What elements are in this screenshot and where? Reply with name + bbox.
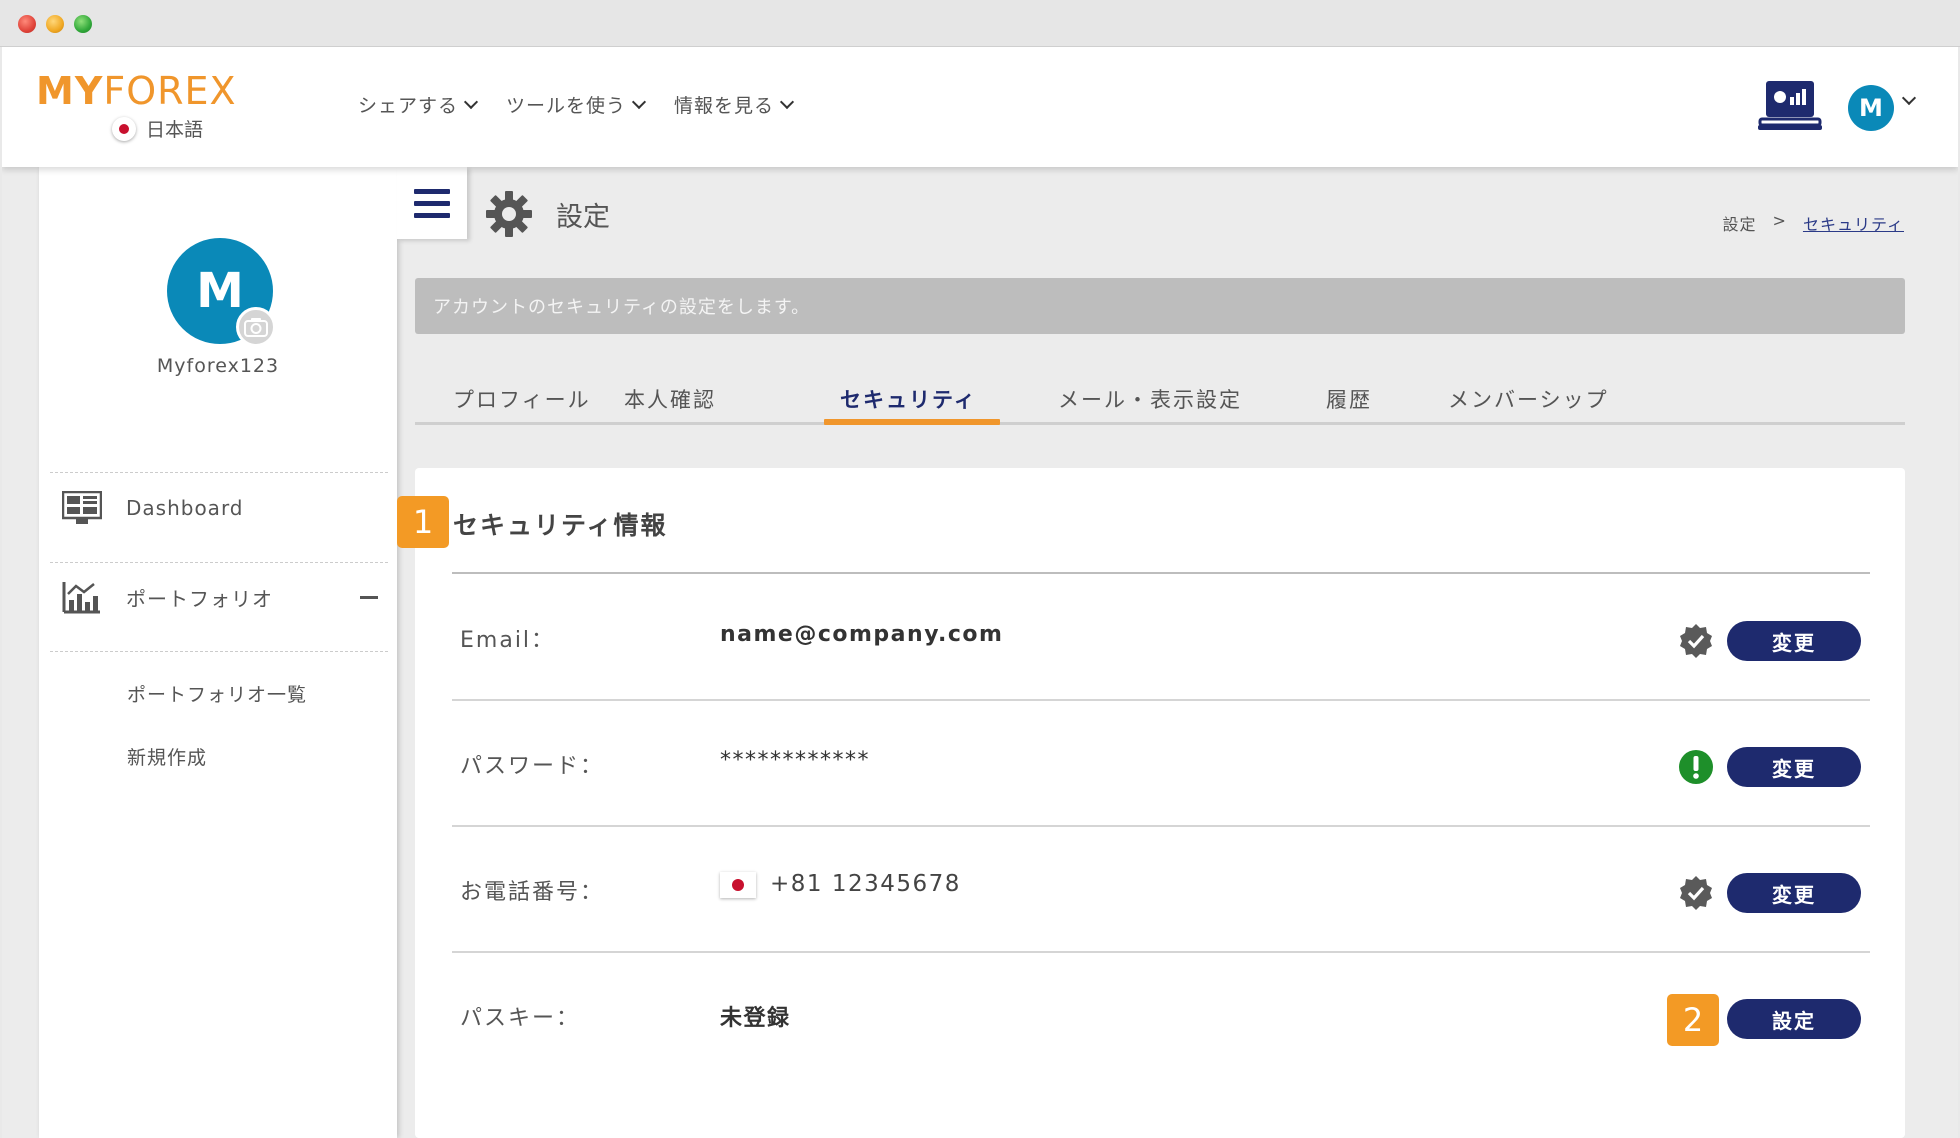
warning-icon bbox=[1679, 750, 1713, 784]
divider bbox=[50, 651, 388, 652]
chevron-down-icon bbox=[631, 94, 647, 109]
password-value: ************ bbox=[720, 748, 870, 773]
info-banner: アカウントのセキュリティの設定をします。 bbox=[415, 278, 1905, 334]
japan-flag-icon bbox=[112, 116, 136, 141]
collapse-icon[interactable] bbox=[360, 596, 378, 599]
step-badge-1: 1 bbox=[397, 496, 449, 548]
tab-history[interactable]: 履歴 bbox=[1326, 384, 1372, 414]
email-label: Email： bbox=[460, 628, 556, 653]
logo-my: MY bbox=[36, 69, 104, 113]
hamburger-line bbox=[414, 212, 450, 218]
divider bbox=[452, 825, 1870, 827]
page-title: 設定 bbox=[556, 201, 610, 233]
app-window: MYFOREX 日本語 シェアする ツールを使う 情報を見る M M Myfor… bbox=[2, 47, 1958, 1138]
maximize-window-button[interactable] bbox=[74, 15, 92, 33]
menu-toggle-button[interactable] bbox=[397, 167, 467, 239]
language-selector[interactable]: 日本語 bbox=[112, 115, 203, 142]
page-heading: 設定 bbox=[486, 191, 610, 237]
hamburger-line bbox=[414, 200, 450, 206]
change-password-button[interactable]: 変更 bbox=[1727, 747, 1861, 787]
breadcrumb-settings[interactable]: 設定 bbox=[1723, 211, 1757, 235]
username: Myforex123 bbox=[156, 355, 280, 377]
close-window-button[interactable] bbox=[18, 15, 36, 33]
active-tab-indicator bbox=[824, 419, 1000, 425]
logo-forex: FOREX bbox=[103, 69, 237, 113]
step-badge-2: 2 bbox=[1667, 994, 1719, 1046]
divider bbox=[452, 951, 1870, 953]
nav-tools-label: ツールを使う bbox=[506, 95, 627, 117]
myforex-logo[interactable]: MYFOREX bbox=[36, 71, 237, 111]
set-passkey-button[interactable]: 設定 bbox=[1727, 999, 1861, 1039]
top-header: MYFOREX 日本語 シェアする ツールを使う 情報を見る M bbox=[2, 47, 1958, 167]
dashboard-laptop-icon[interactable] bbox=[1758, 79, 1822, 133]
verified-icon bbox=[1680, 876, 1712, 910]
sidebar: M Myforex123 Dashboard ポートフォリオ ポートフォリオ一覧… bbox=[39, 167, 467, 1138]
camera-icon[interactable] bbox=[236, 307, 276, 347]
breadcrumb: 設定 > セキュリティ bbox=[1723, 211, 1904, 235]
gear-icon bbox=[486, 191, 532, 237]
verified-icon bbox=[1680, 624, 1712, 658]
nav-info-label: 情報を見る bbox=[674, 95, 775, 117]
sidebar-item-label: ポートフォリオ bbox=[126, 586, 273, 611]
tab-profile[interactable]: プロフィール bbox=[453, 384, 591, 414]
chevron-down-icon[interactable] bbox=[1901, 90, 1917, 106]
divider bbox=[452, 572, 1870, 574]
nav-tools[interactable]: ツールを使う bbox=[506, 91, 647, 118]
top-nav: シェアする ツールを使う 情報を見る bbox=[358, 91, 795, 118]
change-email-button[interactable]: 変更 bbox=[1727, 621, 1861, 661]
chevron-down-icon bbox=[779, 94, 795, 109]
nav-share-label: シェアする bbox=[358, 95, 459, 117]
sidebar-item-label: Dashboard bbox=[126, 496, 244, 520]
tab-mail-display[interactable]: メール・表示設定 bbox=[1058, 384, 1242, 414]
sidebar-subitem-portfolio-list[interactable]: ポートフォリオ一覧 bbox=[127, 680, 307, 707]
nav-info[interactable]: 情報を見る bbox=[674, 91, 795, 118]
breadcrumb-security[interactable]: セキュリティ bbox=[1803, 211, 1904, 235]
sidebar-subitem-new[interactable]: 新規作成 bbox=[127, 743, 207, 770]
password-label: パスワード： bbox=[460, 754, 605, 779]
phone-number: +81 12345678 bbox=[770, 871, 961, 897]
tab-identity[interactable]: 本人確認 bbox=[624, 384, 716, 414]
security-card: 1 セキュリティ情報 Email： name@company.com 変更 パス… bbox=[397, 468, 1905, 1138]
sidebar-item-portfolio[interactable]: ポートフォリオ bbox=[50, 562, 388, 632]
portfolio-chart-icon bbox=[62, 582, 100, 614]
japan-flag-icon bbox=[720, 871, 756, 898]
chevron-down-icon bbox=[463, 94, 479, 109]
passkey-value: 未登録 bbox=[720, 1006, 791, 1031]
nav-share[interactable]: シェアする bbox=[358, 91, 479, 118]
phone-value: +81 12345678 bbox=[720, 871, 961, 898]
tab-membership[interactable]: メンバーシップ bbox=[1448, 384, 1609, 414]
minimize-window-button[interactable] bbox=[46, 15, 64, 33]
email-value: name@company.com bbox=[720, 622, 1004, 647]
tab-security[interactable]: セキュリティ bbox=[840, 384, 977, 414]
settings-tabs: プロフィール 本人確認 セキュリティ メール・表示設定 履歴 メンバーシップ bbox=[415, 372, 1905, 425]
window-titlebar bbox=[0, 0, 1960, 47]
breadcrumb-separator: > bbox=[1772, 211, 1787, 230]
language-label: 日本語 bbox=[146, 119, 204, 141]
divider bbox=[452, 699, 1870, 701]
phone-label: お電話番号： bbox=[460, 880, 605, 905]
hamburger-line bbox=[414, 188, 450, 194]
section-title: セキュリティ情報 bbox=[453, 511, 668, 540]
passkey-label: パスキー： bbox=[460, 1006, 581, 1031]
dashboard-icon bbox=[62, 491, 102, 524]
user-avatar[interactable]: M bbox=[1848, 85, 1894, 131]
change-phone-button[interactable]: 変更 bbox=[1727, 873, 1861, 913]
sidebar-item-dashboard[interactable]: Dashboard bbox=[50, 473, 388, 543]
